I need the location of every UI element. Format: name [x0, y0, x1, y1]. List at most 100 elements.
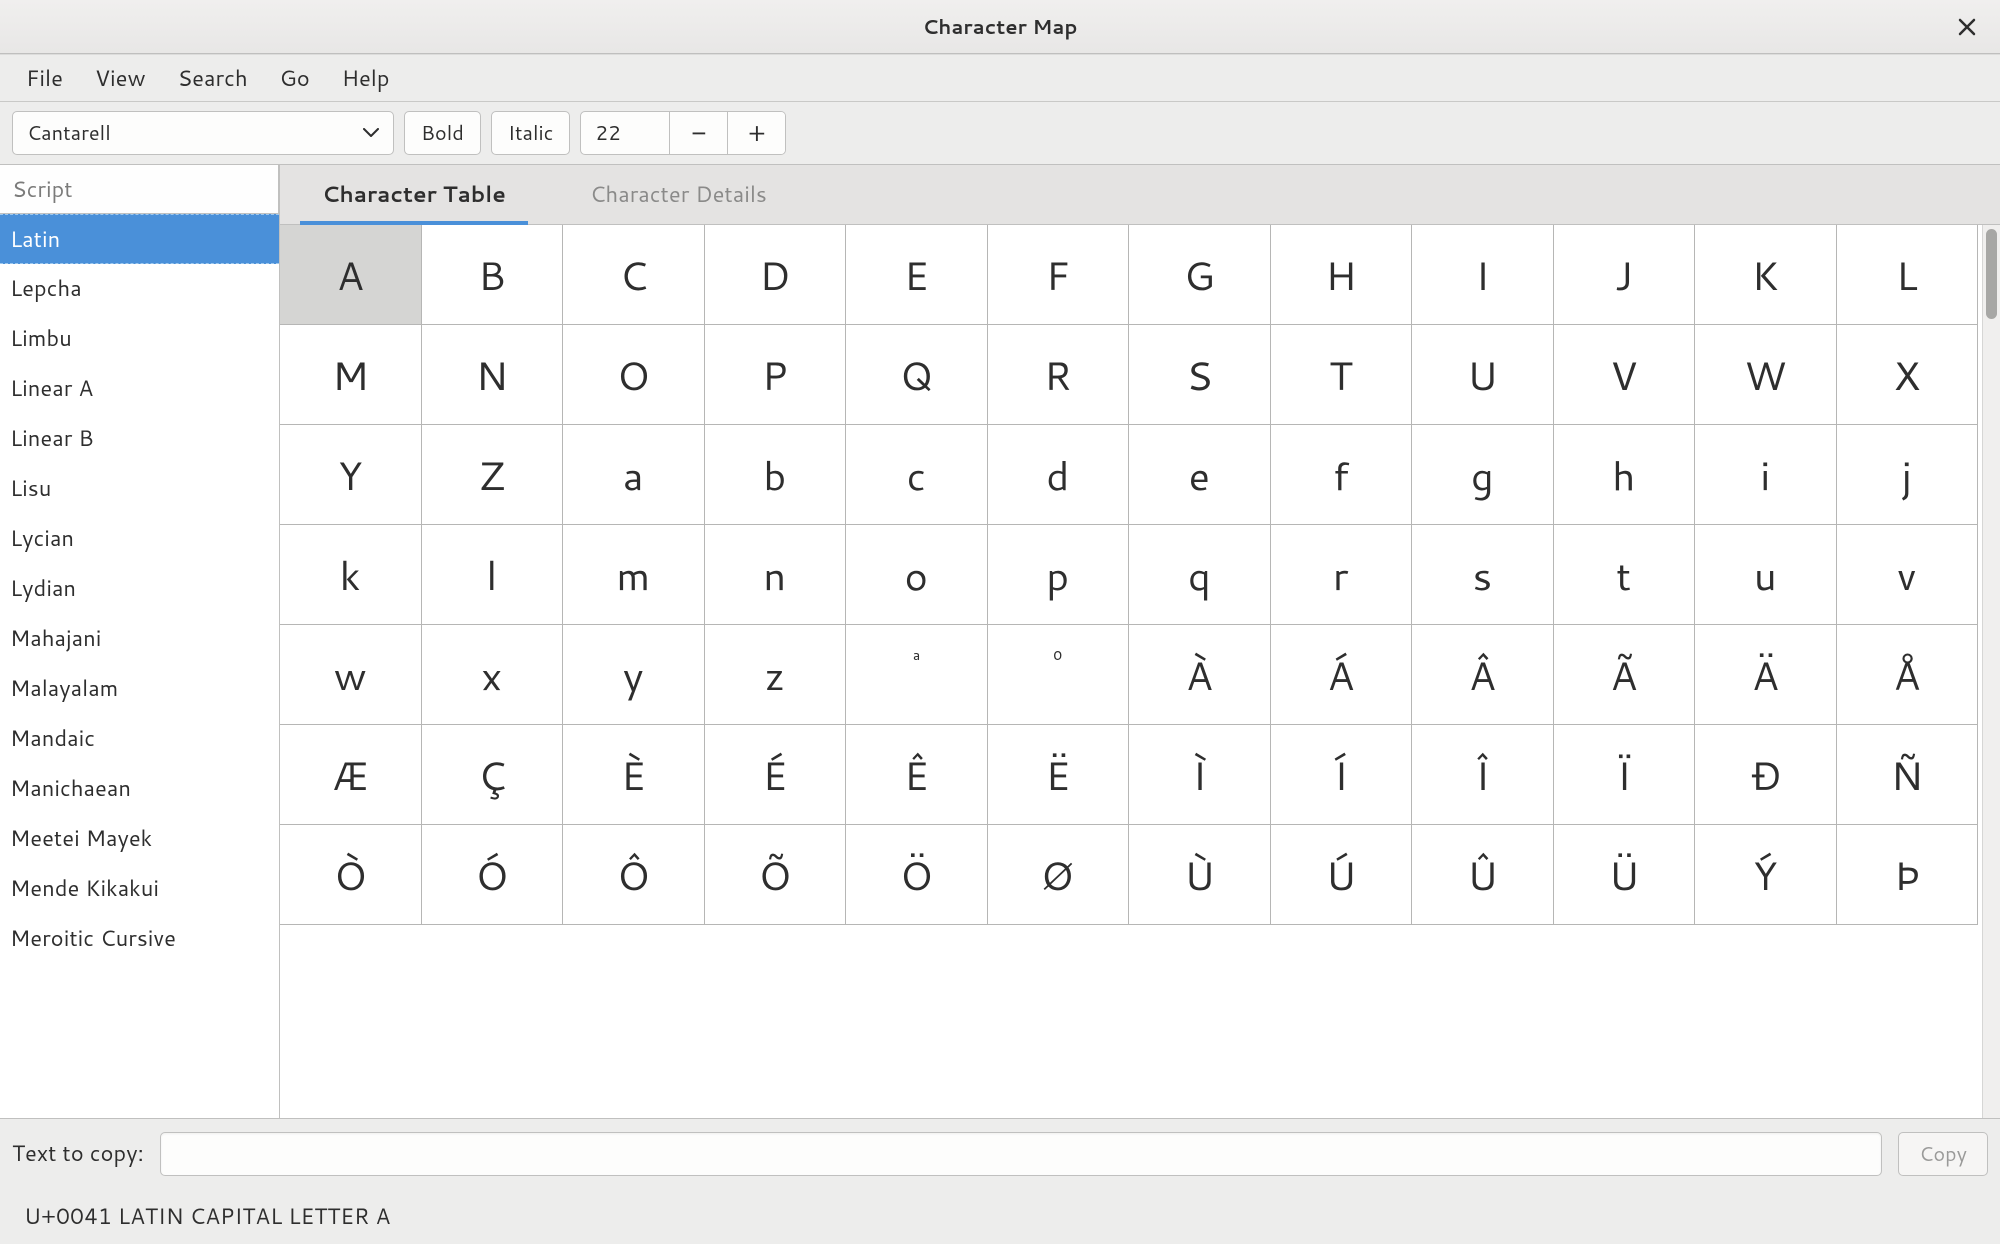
- script-item[interactable]: Malayalam: [0, 664, 279, 714]
- char-cell[interactable]: a: [563, 425, 705, 525]
- char-cell[interactable]: A: [280, 225, 422, 325]
- char-cell[interactable]: È: [563, 725, 705, 825]
- char-cell[interactable]: F: [988, 225, 1130, 325]
- char-cell[interactable]: Ô: [563, 825, 705, 925]
- size-value[interactable]: 22: [581, 119, 669, 147]
- char-cell[interactable]: u: [1695, 525, 1837, 625]
- char-cell[interactable]: Ø: [988, 825, 1130, 925]
- char-cell[interactable]: Õ: [705, 825, 847, 925]
- char-cell[interactable]: Á: [1271, 625, 1413, 725]
- char-cell[interactable]: b: [705, 425, 847, 525]
- script-item[interactable]: Linear B: [0, 414, 279, 464]
- copy-input[interactable]: [160, 1132, 1882, 1176]
- char-cell[interactable]: N: [422, 325, 564, 425]
- char-cell[interactable]: j: [1837, 425, 1979, 525]
- script-item[interactable]: Limbu: [0, 314, 279, 364]
- char-cell[interactable]: K: [1695, 225, 1837, 325]
- char-cell[interactable]: Þ: [1837, 825, 1979, 925]
- char-cell[interactable]: m: [563, 525, 705, 625]
- char-cell[interactable]: P: [705, 325, 847, 425]
- char-cell[interactable]: v: [1837, 525, 1979, 625]
- char-cell[interactable]: p: [988, 525, 1130, 625]
- char-cell[interactable]: Â: [1412, 625, 1554, 725]
- char-cell[interactable]: E: [846, 225, 988, 325]
- char-cell[interactable]: o: [846, 525, 988, 625]
- char-cell[interactable]: Y: [280, 425, 422, 525]
- char-cell[interactable]: w: [280, 625, 422, 725]
- char-cell[interactable]: ª: [846, 625, 988, 725]
- char-cell[interactable]: f: [1271, 425, 1413, 525]
- script-item[interactable]: Manichaean: [0, 764, 279, 814]
- char-cell[interactable]: Ä: [1695, 625, 1837, 725]
- tab-character-table[interactable]: Character Table: [300, 165, 528, 224]
- char-cell[interactable]: l: [422, 525, 564, 625]
- script-item[interactable]: Lisu: [0, 464, 279, 514]
- char-cell[interactable]: O: [563, 325, 705, 425]
- script-item[interactable]: Meroitic Cursive: [0, 914, 279, 964]
- char-cell[interactable]: Ï: [1554, 725, 1696, 825]
- char-cell[interactable]: Ò: [280, 825, 422, 925]
- char-cell[interactable]: h: [1554, 425, 1696, 525]
- char-cell[interactable]: Ç: [422, 725, 564, 825]
- script-item[interactable]: Lycian: [0, 514, 279, 564]
- script-list[interactable]: LatinLepchaLimbuLinear ALinear BLisuLyci…: [0, 214, 279, 1118]
- char-cell[interactable]: J: [1554, 225, 1696, 325]
- char-cell[interactable]: g: [1412, 425, 1554, 525]
- scrollbar-thumb[interactable]: [1986, 229, 1997, 319]
- char-cell[interactable]: º: [988, 625, 1130, 725]
- char-cell[interactable]: Ì: [1129, 725, 1271, 825]
- char-cell[interactable]: d: [988, 425, 1130, 525]
- char-cell[interactable]: k: [280, 525, 422, 625]
- char-cell[interactable]: y: [563, 625, 705, 725]
- char-cell[interactable]: G: [1129, 225, 1271, 325]
- char-cell[interactable]: M: [280, 325, 422, 425]
- script-item[interactable]: Lepcha: [0, 264, 279, 314]
- tab-character-details[interactable]: Character Details: [568, 165, 789, 224]
- char-cell[interactable]: q: [1129, 525, 1271, 625]
- char-cell[interactable]: Í: [1271, 725, 1413, 825]
- char-cell[interactable]: Ð: [1695, 725, 1837, 825]
- char-cell[interactable]: I: [1412, 225, 1554, 325]
- char-cell[interactable]: Û: [1412, 825, 1554, 925]
- char-cell[interactable]: Ü: [1554, 825, 1696, 925]
- char-cell[interactable]: r: [1271, 525, 1413, 625]
- copy-button[interactable]: Copy: [1898, 1132, 1988, 1176]
- italic-button[interactable]: Italic: [491, 111, 571, 155]
- char-cell[interactable]: Æ: [280, 725, 422, 825]
- bold-button[interactable]: Bold: [404, 111, 481, 155]
- char-cell[interactable]: z: [705, 625, 847, 725]
- char-cell[interactable]: S: [1129, 325, 1271, 425]
- char-cell[interactable]: Ë: [988, 725, 1130, 825]
- char-cell[interactable]: Ú: [1271, 825, 1413, 925]
- char-cell[interactable]: R: [988, 325, 1130, 425]
- char-cell[interactable]: Ã: [1554, 625, 1696, 725]
- char-cell[interactable]: Î: [1412, 725, 1554, 825]
- char-cell[interactable]: t: [1554, 525, 1696, 625]
- char-cell[interactable]: C: [563, 225, 705, 325]
- script-item[interactable]: Mandaic: [0, 714, 279, 764]
- char-cell[interactable]: Ñ: [1837, 725, 1979, 825]
- char-cell[interactable]: U: [1412, 325, 1554, 425]
- char-cell[interactable]: n: [705, 525, 847, 625]
- char-cell[interactable]: X: [1837, 325, 1979, 425]
- char-cell[interactable]: Ó: [422, 825, 564, 925]
- char-cell[interactable]: Ù: [1129, 825, 1271, 925]
- menu-file[interactable]: File: [10, 57, 79, 100]
- char-cell[interactable]: B: [422, 225, 564, 325]
- char-cell[interactable]: T: [1271, 325, 1413, 425]
- char-cell[interactable]: À: [1129, 625, 1271, 725]
- char-cell[interactable]: c: [846, 425, 988, 525]
- char-cell[interactable]: W: [1695, 325, 1837, 425]
- script-item[interactable]: Lydian: [0, 564, 279, 614]
- char-cell[interactable]: Å: [1837, 625, 1979, 725]
- script-item[interactable]: Linear A: [0, 364, 279, 414]
- script-item[interactable]: Mahajani: [0, 614, 279, 664]
- char-cell[interactable]: s: [1412, 525, 1554, 625]
- menu-search[interactable]: Search: [162, 57, 264, 100]
- menu-go[interactable]: Go: [264, 57, 326, 100]
- font-combo[interactable]: Cantarell: [12, 111, 394, 155]
- char-cell[interactable]: Ê: [846, 725, 988, 825]
- script-item[interactable]: Meetei Mayek: [0, 814, 279, 864]
- char-cell[interactable]: Q: [846, 325, 988, 425]
- char-cell[interactable]: Ý: [1695, 825, 1837, 925]
